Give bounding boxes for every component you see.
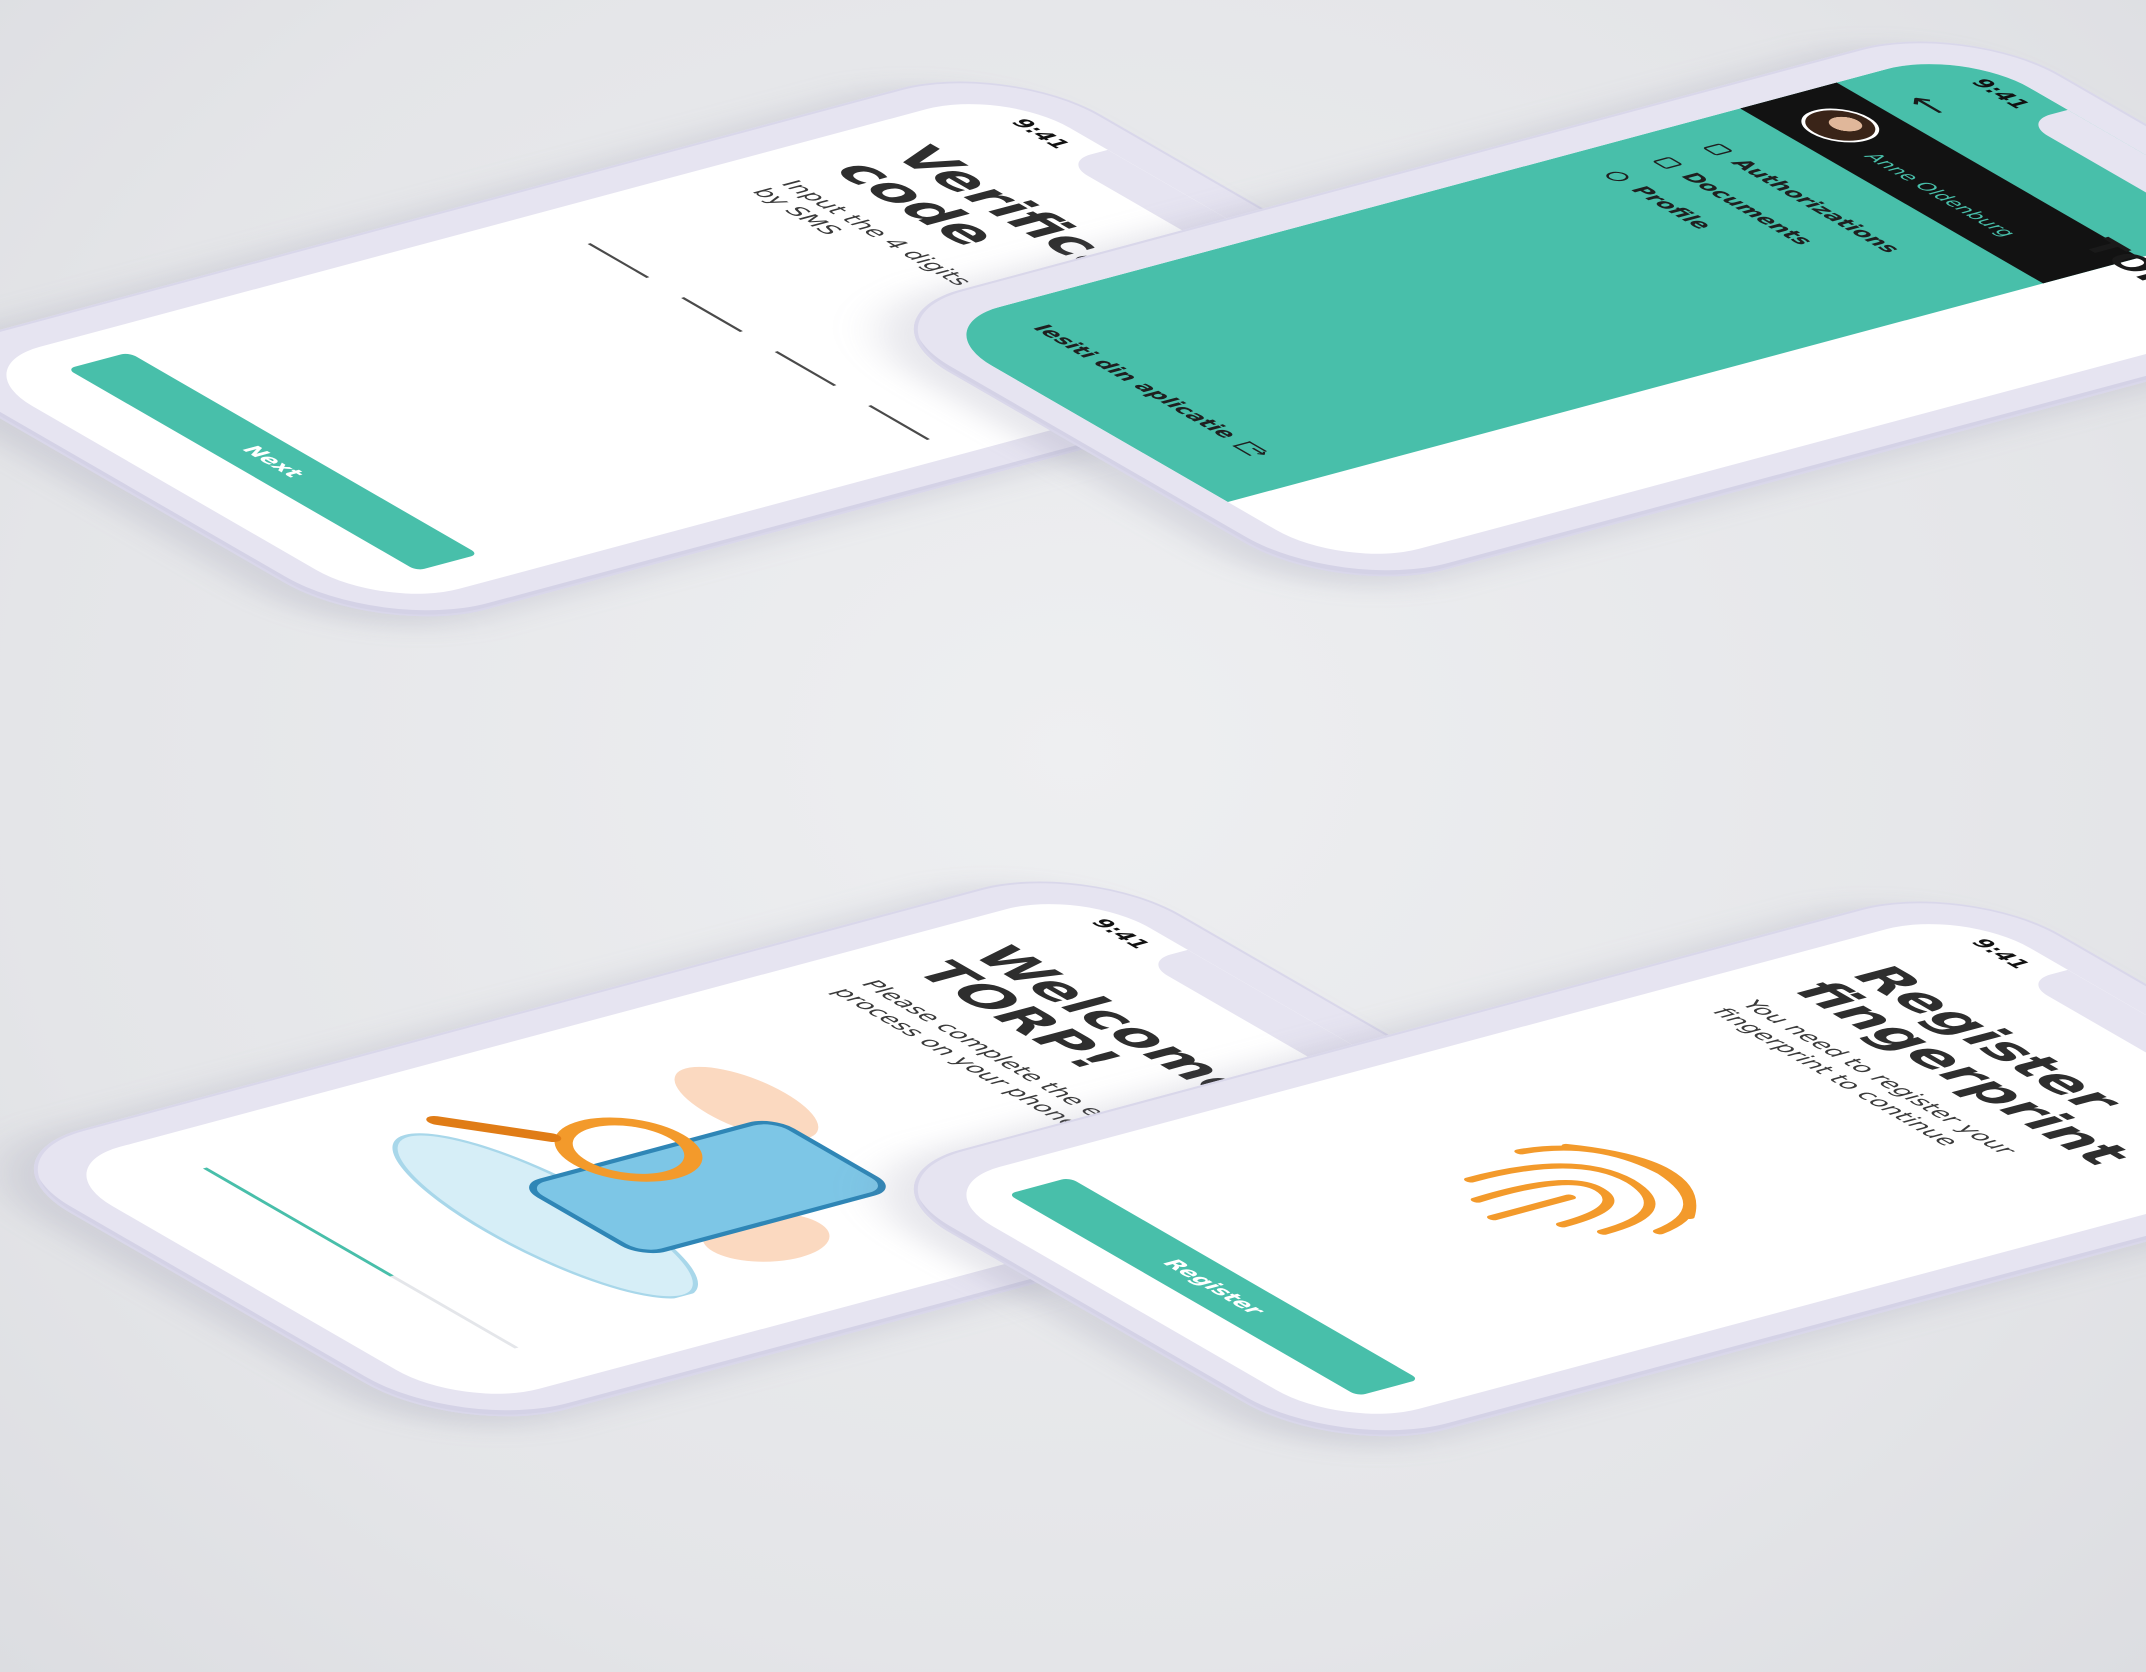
fingerprint-icon[interactable] — [1397, 1108, 1802, 1270]
code-slot[interactable] — [681, 297, 743, 332]
code-input[interactable] — [587, 243, 930, 440]
brand-logo: TORP. — [2070, 234, 2146, 312]
status-time: 9:41 — [1004, 116, 1076, 151]
status-time: 9:41 — [1964, 936, 2036, 971]
progress-fill — [202, 1167, 394, 1277]
mockup-stage: 9:41 Verification code Input the 4 digit… — [0, 0, 2146, 1672]
register-button[interactable]: Register — [1007, 1177, 1420, 1397]
code-slot[interactable] — [587, 243, 650, 278]
code-slot[interactable] — [868, 405, 930, 440]
next-button[interactable]: Next — [66, 352, 479, 571]
status-time: 9:41 — [1084, 916, 1156, 951]
code-slot[interactable] — [774, 351, 837, 386]
avatar[interactable] — [1785, 102, 1896, 149]
